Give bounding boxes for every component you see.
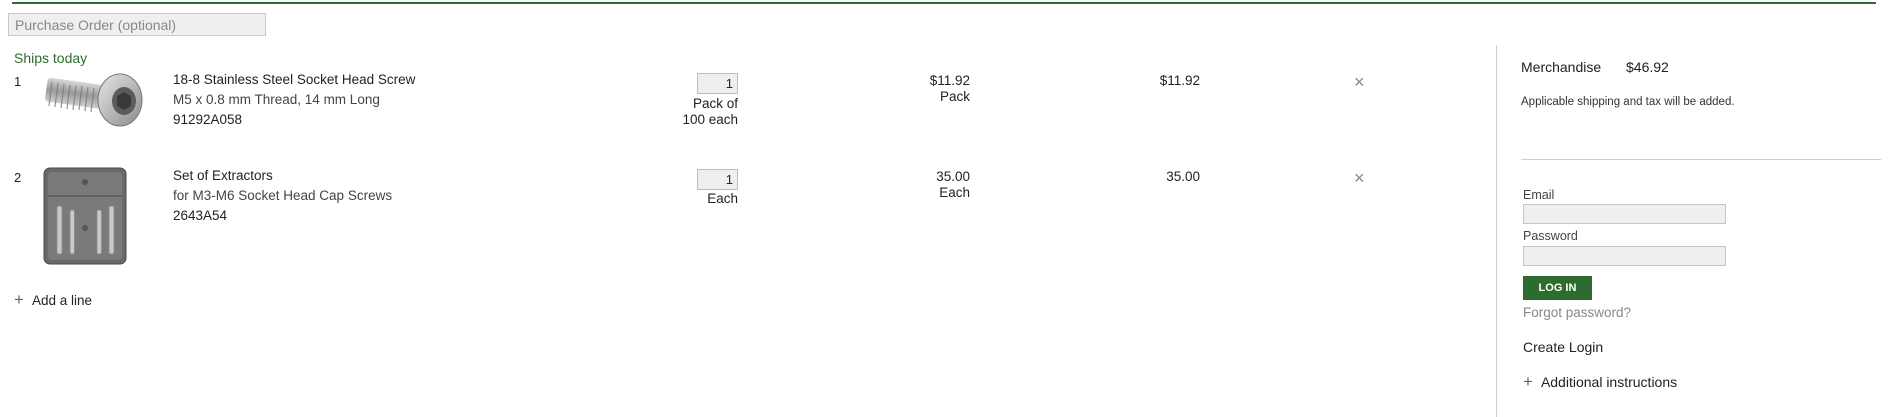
socket-head-screw-icon[interactable] — [40, 68, 146, 168]
add-line-button[interactable]: + Add a line — [14, 290, 92, 310]
item-name[interactable]: Set of Extractors — [173, 166, 392, 186]
line-total: $11.92 — [1159, 73, 1200, 88]
unit-price: 35.00 Each — [880, 169, 970, 201]
forgot-password-link[interactable]: Forgot password? — [1523, 305, 1631, 320]
quantity-unit: Pack of 100 each — [660, 96, 738, 128]
unit-line-1: Each — [707, 191, 738, 206]
line-number: 1 — [14, 74, 22, 89]
log-in-button[interactable]: LOG IN — [1523, 276, 1592, 300]
part-number[interactable]: 91292A058 — [173, 110, 415, 130]
item-spec: M5 x 0.8 mm Thread, 14 mm Long — [173, 92, 380, 107]
quantity-input[interactable] — [697, 73, 738, 94]
purchase-order-input[interactable] — [8, 13, 266, 36]
shipping-note: Applicable shipping and tax will be adde… — [1521, 96, 1735, 108]
line-total: 35.00 — [1166, 169, 1200, 184]
ships-today-label: Ships today — [14, 50, 88, 66]
unit-price: $11.92 Pack — [880, 73, 970, 105]
email-field[interactable] — [1523, 204, 1726, 224]
unit-line-1: Pack of — [692, 96, 738, 111]
item-description: Set of Extractors for M3-M6 Socket Head … — [173, 166, 392, 226]
summary-divider — [1496, 45, 1497, 417]
unit-line-2: 100 each — [682, 112, 738, 127]
extractor-set-icon[interactable] — [40, 166, 146, 266]
plus-icon: + — [1523, 372, 1533, 391]
plus-icon: + — [14, 290, 24, 309]
merchandise-label: Merchandise — [1521, 59, 1602, 75]
add-line-label: Add a line — [31, 293, 92, 308]
price-unit: Pack — [939, 89, 970, 104]
password-field[interactable] — [1523, 246, 1726, 266]
part-number[interactable]: 2643A54 — [173, 206, 392, 226]
item-name[interactable]: 18-8 Stainless Steel Socket Head Screw — [173, 70, 415, 90]
quantity-input[interactable] — [697, 169, 738, 190]
additional-instructions-label: Additional instructions — [1540, 374, 1678, 390]
line-number: 2 — [14, 170, 22, 185]
remove-line-icon[interactable]: × — [1354, 169, 1365, 187]
password-label: Password — [1523, 229, 1578, 243]
remove-line-icon[interactable]: × — [1354, 73, 1365, 91]
price-value: 35.00 — [936, 169, 970, 184]
top-divider — [12, 2, 1876, 4]
quantity-unit: Each — [660, 191, 738, 207]
summary-separator — [1521, 159, 1881, 160]
merchandise-value: $46.92 — [1626, 59, 1669, 75]
price-value: $11.92 — [929, 73, 970, 88]
item-description: 18-8 Stainless Steel Socket Head Screw M… — [173, 70, 415, 130]
item-spec: for M3-M6 Socket Head Cap Screws — [173, 188, 393, 203]
create-login-link[interactable]: Create Login — [1523, 339, 1603, 355]
price-unit: Each — [939, 185, 970, 200]
email-label: Email — [1523, 188, 1555, 202]
additional-instructions-button[interactable]: + Additional instructions — [1523, 372, 1677, 392]
